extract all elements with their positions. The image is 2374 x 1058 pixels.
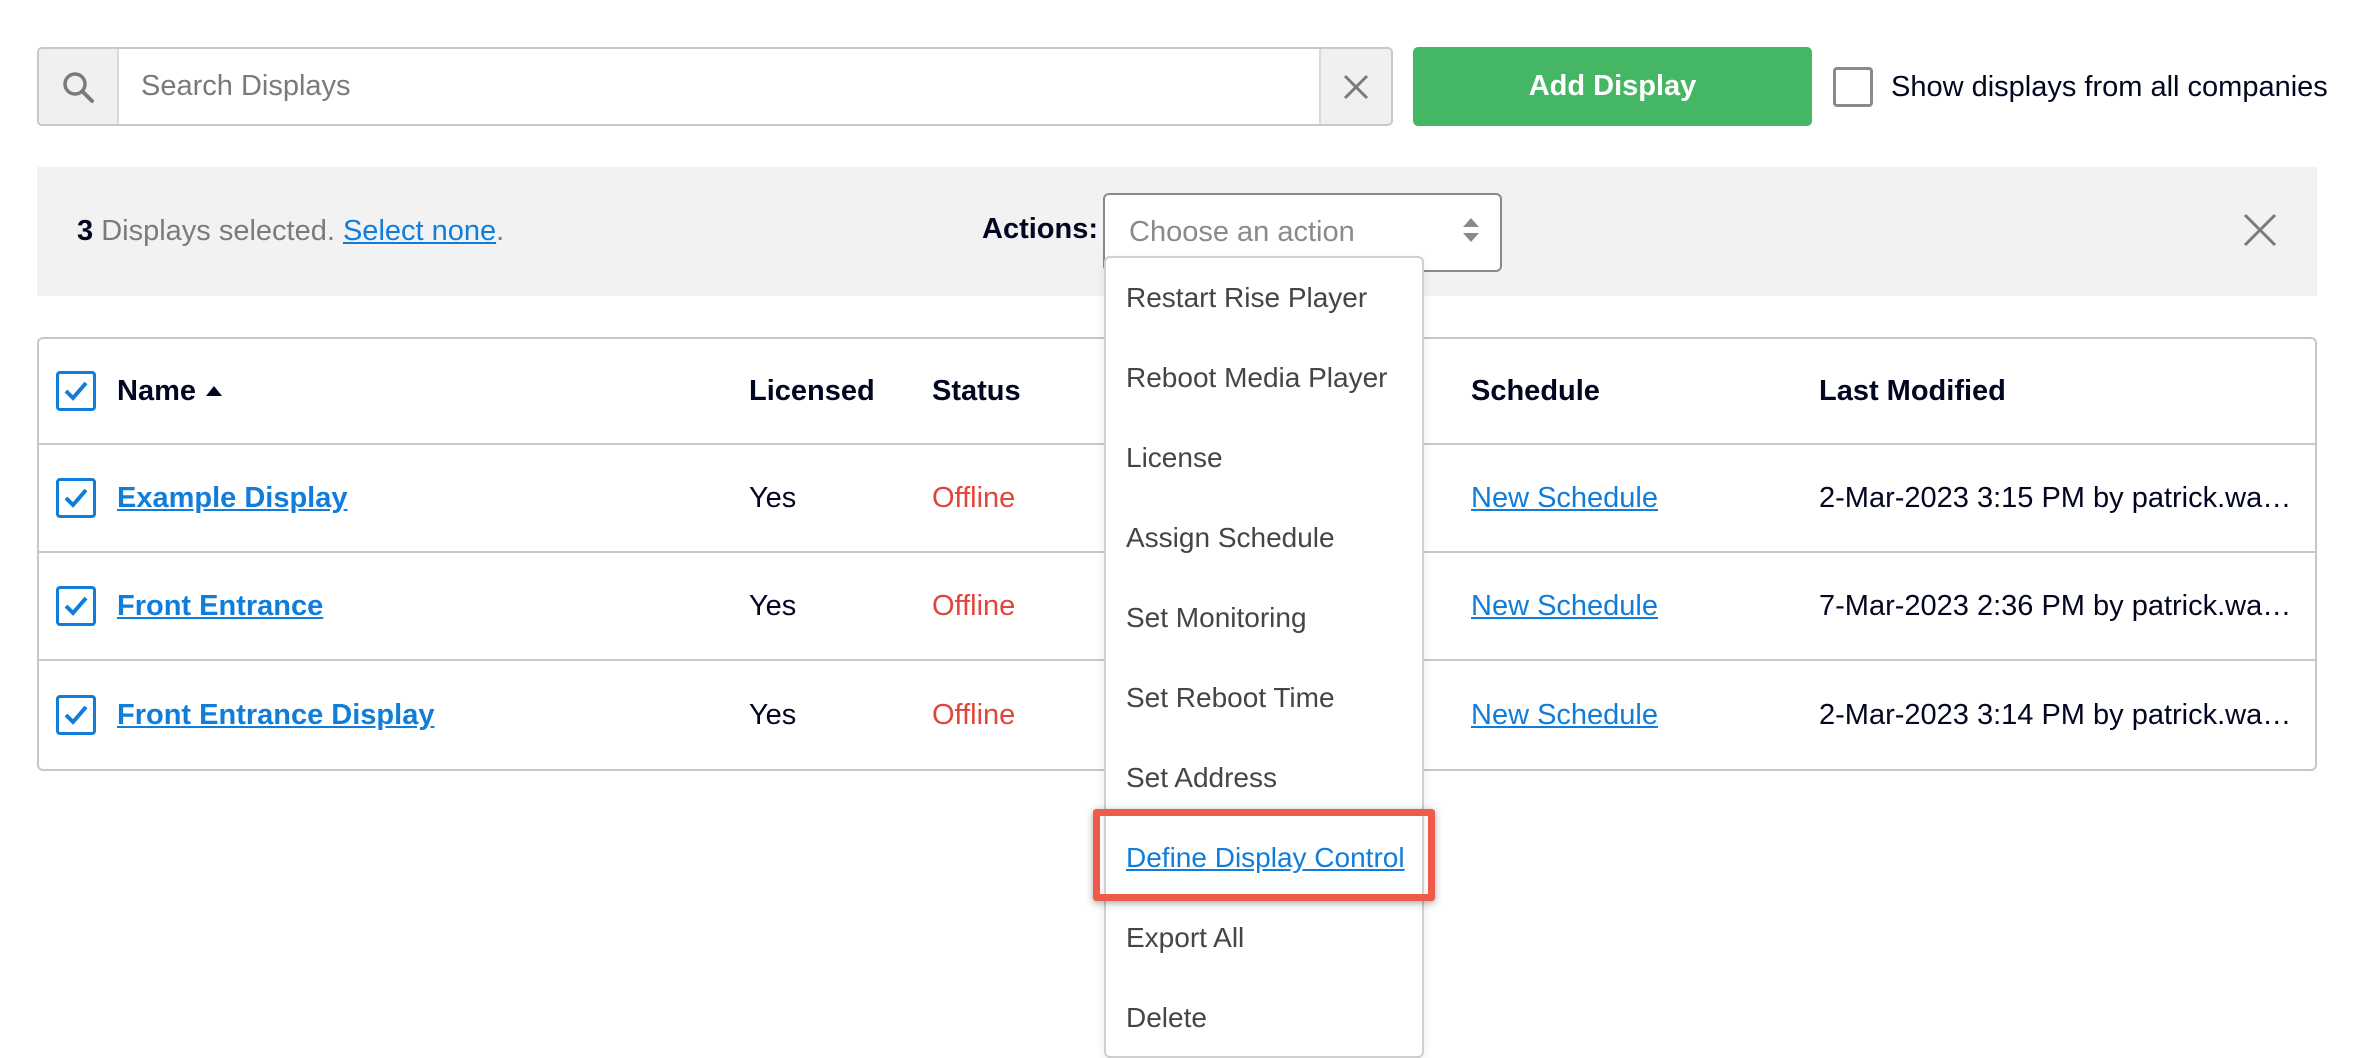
schedule-link[interactable]: New Schedule [1471,590,1658,623]
licensed-value: Yes [749,481,797,514]
checkmark-icon [64,381,88,401]
select-none-link[interactable]: Select none [343,215,496,247]
menu-item-set-address[interactable]: Set Address [1106,738,1422,818]
menu-item-set-reboot-time[interactable]: Set Reboot Time [1106,658,1422,738]
menu-item-assign-schedule[interactable]: Assign Schedule [1106,498,1422,578]
schedule-link[interactable]: New Schedule [1471,699,1658,732]
selection-text: Displays selected. [93,215,343,247]
close-selection-icon[interactable] [2240,210,2280,250]
selection-period: . [496,215,505,247]
menu-item-set-monitoring[interactable]: Set Monitoring [1106,578,1422,658]
last-modified-value: 2-Mar-2023 3:14 PM by patrick.was… [1819,698,2299,731]
row-checkbox[interactable] [56,478,96,518]
display-name-link[interactable]: Example Display [117,482,348,515]
column-header-name[interactable]: Name [117,339,222,443]
row-checkbox[interactable] [56,695,96,735]
display-name-link[interactable]: Front Entrance Display [117,699,434,732]
column-header-status[interactable]: Status [932,339,1021,443]
row-checkbox[interactable] [56,586,96,626]
actions-label: Actions: [982,213,1098,245]
status-value: Offline [932,481,1016,514]
licensed-value: Yes [749,589,797,622]
search-icon [39,49,119,124]
selection-count: 3 [77,215,94,247]
select-all-checkbox[interactable] [56,371,96,411]
schedule-link[interactable]: New Schedule [1471,482,1658,515]
all-companies-label: Show displays from all companies [1891,70,2328,103]
display-name-link[interactable]: Front Entrance [117,590,323,623]
action-dropdown-menu: Restart Rise Player Reboot Media Player … [1104,256,1424,1058]
checkmark-icon [64,705,88,725]
menu-item-restart-rise-player[interactable]: Restart Rise Player [1106,258,1422,338]
column-header-licensed[interactable]: Licensed [749,339,875,443]
search-input[interactable] [119,49,1319,124]
action-select-placeholder: Choose an action [1129,216,1355,248]
search-bar [37,47,1393,126]
menu-item-reboot-media-player[interactable]: Reboot Media Player [1106,338,1422,418]
status-value: Offline [932,589,1016,622]
menu-item-export-all[interactable]: Export All [1106,898,1422,978]
status-value: Offline [932,698,1016,731]
sort-ascending-icon [206,386,222,396]
licensed-value: Yes [749,698,797,731]
sort-arrows-icon [1462,217,1480,248]
checkmark-icon [64,488,88,508]
add-display-button[interactable]: Add Display [1413,47,1812,126]
column-header-last-modified[interactable]: Last Modified [1819,339,2299,443]
checkmark-icon [64,596,88,616]
all-companies-checkbox[interactable] [1833,67,1873,107]
clear-search-icon[interactable] [1319,49,1391,124]
column-header-schedule[interactable]: Schedule [1471,339,1600,443]
selection-info: 3 Displays selected. Select none. [77,215,504,248]
last-modified-value: 7-Mar-2023 2:36 PM by patrick.was… [1819,589,2299,622]
menu-item-define-display-control[interactable]: Define Display Control [1106,818,1422,898]
column-header-name-label: Name [117,374,196,407]
last-modified-value: 2-Mar-2023 3:15 PM by patrick.was… [1819,481,2299,514]
all-companies-toggle[interactable]: Show displays from all companies [1833,67,2328,107]
menu-item-license[interactable]: License [1106,418,1422,498]
menu-item-delete[interactable]: Delete [1106,978,1422,1058]
